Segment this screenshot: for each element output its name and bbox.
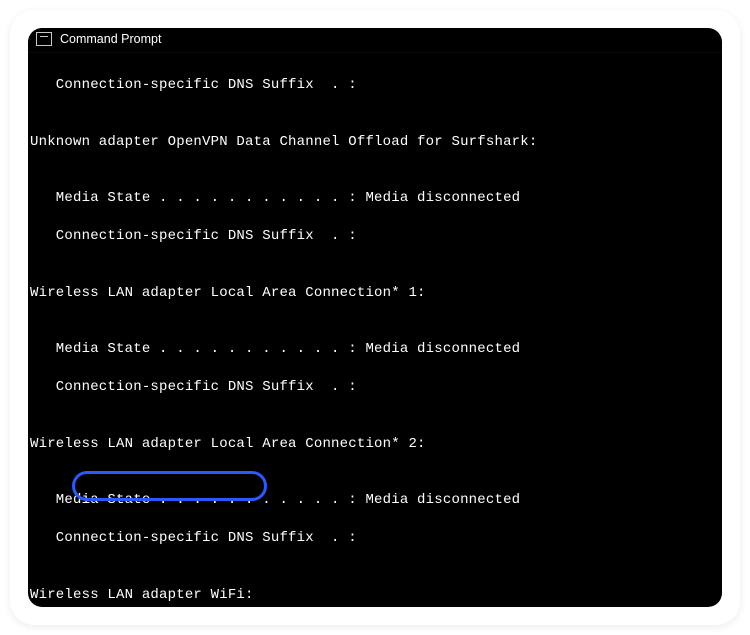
dns-suffix-line: Connection-specific DNS Suffix . : (30, 378, 716, 397)
media-state-line: Media State . . . . . . . . . . . : Medi… (30, 340, 716, 359)
dns-suffix-line: Connection-specific DNS Suffix . : (30, 529, 716, 548)
dns-suffix-line: Connection-specific DNS Suffix . : (30, 227, 716, 246)
titlebar[interactable]: Command Prompt (28, 28, 722, 53)
media-state-line: Media State . . . . . . . . . . . : Medi… (30, 189, 716, 208)
cmd-icon (36, 32, 52, 46)
cmd-window: Command Prompt Connection-specific DNS S… (28, 28, 722, 607)
adapter4-header: Wireless LAN adapter WiFi: (30, 586, 716, 605)
media-state-line: Media State . . . . . . . . . . . : Medi… (30, 491, 716, 510)
adapter3-header: Wireless LAN adapter Local Area Connecti… (30, 435, 716, 454)
adapter1-header: Unknown adapter OpenVPN Data Channel Off… (30, 133, 716, 152)
window-title: Command Prompt (60, 32, 161, 46)
adapter2-header: Wireless LAN adapter Local Area Connecti… (30, 284, 716, 303)
card-container: Command Prompt Connection-specific DNS S… (10, 10, 740, 625)
terminal-output[interactable]: Connection-specific DNS Suffix . : Unkno… (28, 53, 722, 607)
dns-suffix-line: Connection-specific DNS Suffix . : (30, 76, 716, 95)
